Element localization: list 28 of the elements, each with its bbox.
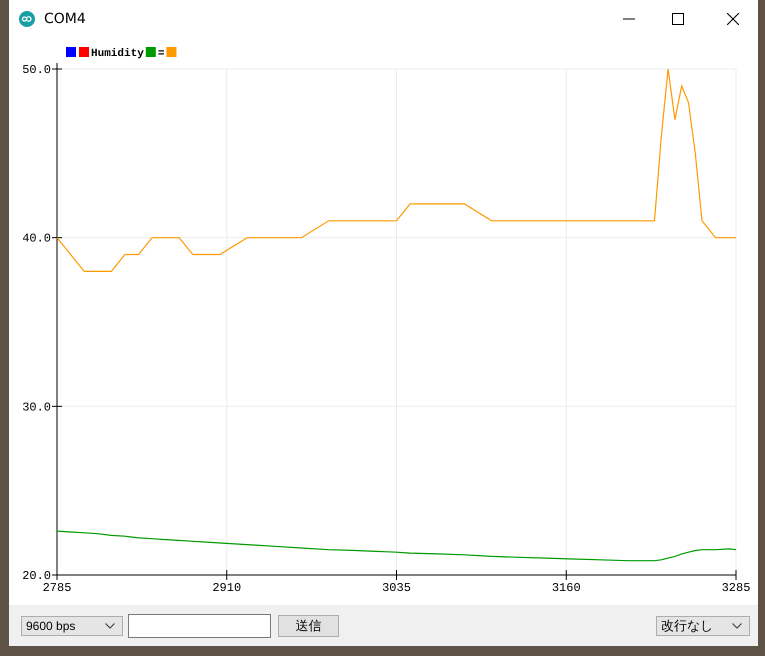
caret-icon	[105, 622, 115, 628]
tick-mark	[52, 406, 62, 407]
x-tick-label: 2785	[42, 581, 72, 595]
y-tick-label: 30.0	[22, 400, 51, 414]
x-tick-label: 2910	[212, 581, 242, 595]
legend-label: Humidity	[91, 48, 144, 60]
tick-mark	[566, 570, 567, 580]
caret-icon	[732, 622, 742, 628]
tick-mark	[396, 570, 397, 580]
tick-mark	[52, 68, 62, 70]
line-ending-dropdown[interactable]: 改行なし	[656, 616, 750, 636]
send-button[interactable]: 送信	[278, 614, 339, 636]
message-input-field[interactable]	[128, 614, 271, 638]
app-logo-icon	[19, 10, 35, 26]
x-tick-label: 3160	[552, 581, 581, 595]
window-title: COM4	[44, 10, 86, 26]
legend-label: =	[158, 48, 164, 60]
close-icon[interactable]	[727, 12, 739, 24]
tick-mark	[226, 570, 228, 580]
y-tick-label: 20.0	[22, 569, 51, 583]
minimize-icon[interactable]	[623, 18, 635, 20]
baud-rate-dropdown[interactable]: 9600 bps	[21, 616, 123, 636]
y-tick-label: 40.0	[22, 232, 51, 246]
maximize-icon[interactable]	[672, 12, 684, 24]
tick-mark	[52, 237, 62, 238]
x-tick-label: 3035	[382, 581, 411, 595]
y-tick-label: 50.0	[22, 63, 51, 77]
x-tick-label: 3285	[722, 581, 750, 595]
